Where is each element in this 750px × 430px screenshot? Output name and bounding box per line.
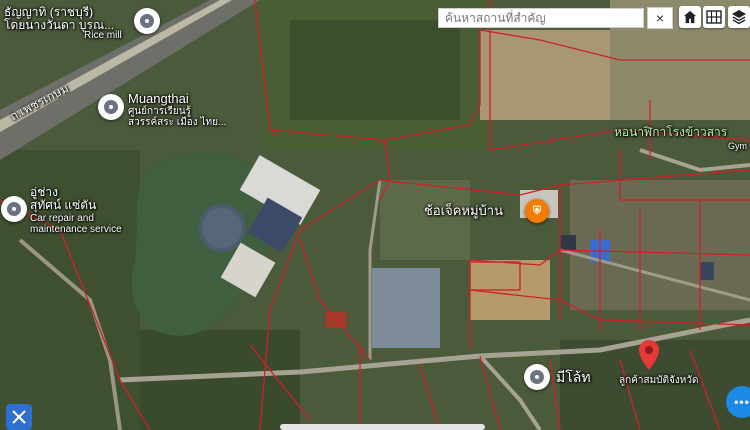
search-clear-button[interactable]: × [647,7,673,29]
home-icon [683,10,697,24]
place-name-car-repair[interactable]: อู่ช่าง สุทัศน์ แซ่ตัน [30,186,96,211]
shop-icon[interactable]: ⛨ [525,199,549,223]
place-sub-muangthai: ศูนย์การเรียนรู้ สวรรค์สระ เมือง ไทย... [128,106,227,128]
place-name-clock-tower[interactable]: หอนาฬิกาโรงข้าวสาร [614,126,727,139]
location-pin-icon[interactable] [638,340,660,370]
home-button[interactable] [679,6,701,28]
search-field[interactable] [438,8,644,28]
place-name-muangthai[interactable]: Muangthai [128,92,189,106]
search-input[interactable] [439,9,643,27]
place-name-milot[interactable]: มีโล้ท [556,370,591,385]
place-sub-clock-tower: Gym [728,141,747,151]
place-name-customer[interactable]: ลูกค้าสมบัติจังหวัด [619,375,698,387]
more-icon: ••• [734,395,750,409]
layers-button[interactable] [728,6,750,28]
location-pin-icon[interactable] [98,94,124,120]
place-name-village[interactable]: ช้อเจ็คหมู่บ้าน [424,204,503,218]
home-indicator [280,424,485,430]
location-pin-icon[interactable] [134,8,160,34]
grid-icon [706,10,722,24]
place-sub-rice-mill: Rice mill [84,30,122,41]
layers-icon [732,10,746,25]
more-button[interactable]: ••• [726,386,750,418]
tools-button[interactable] [6,404,32,430]
place-name-rice-mill[interactable]: ธัญญาทิ (ราชบุรี) โดยนางวันดา บูรณ... [4,6,114,31]
location-pin-icon[interactable] [1,196,27,222]
tools-icon [12,410,26,424]
grid-button[interactable] [703,6,725,28]
place-sub-car-repair: Car repair and maintenance service [30,213,122,235]
location-pin-icon[interactable] [524,364,550,390]
close-icon: × [655,10,665,26]
